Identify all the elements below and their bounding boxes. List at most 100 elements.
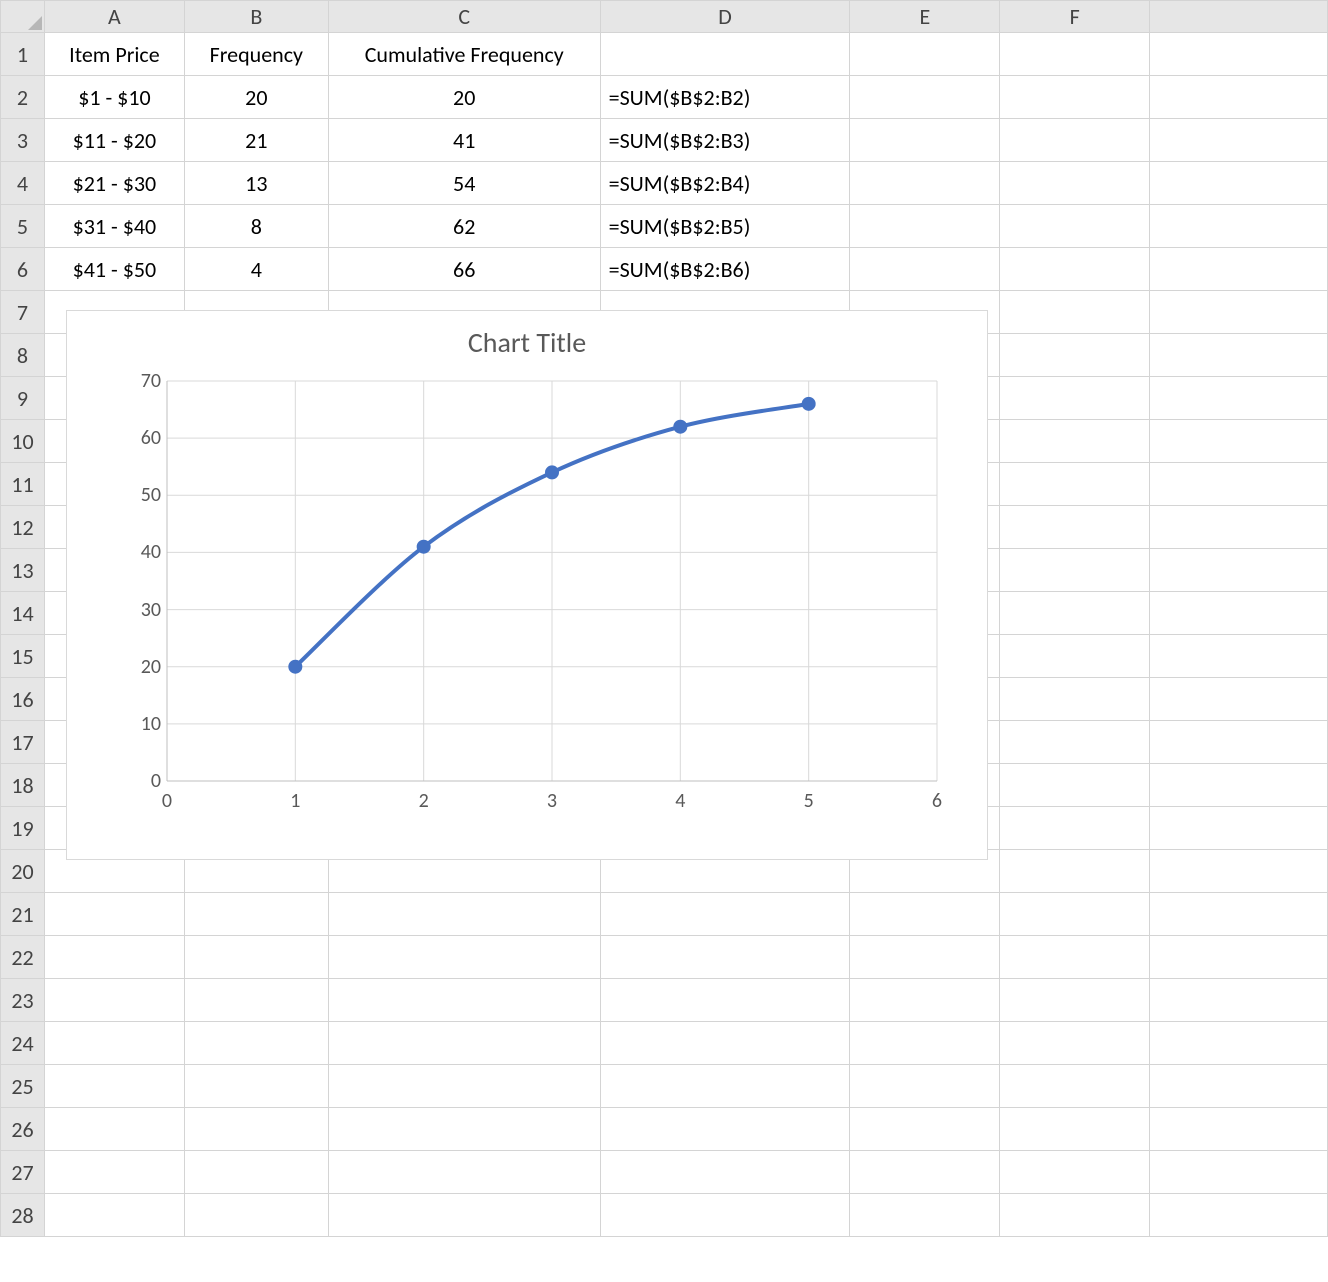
cell-B2[interactable]: 20	[184, 76, 328, 119]
cell-G24[interactable]	[1150, 1022, 1328, 1065]
cell-F13[interactable]	[1000, 549, 1150, 592]
col-header-E[interactable]: E	[850, 1, 1000, 33]
cell-G11[interactable]	[1150, 463, 1328, 506]
cell-B26[interactable]	[184, 1108, 328, 1151]
cell-B25[interactable]	[184, 1065, 328, 1108]
cell-G14[interactable]	[1150, 592, 1328, 635]
cell-F25[interactable]	[1000, 1065, 1150, 1108]
cell-A6[interactable]: $41 - $50	[44, 248, 184, 291]
cell-G23[interactable]	[1150, 979, 1328, 1022]
row-header-2[interactable]: 2	[1, 76, 45, 119]
cell-C1[interactable]: Cumulative Frequency	[328, 33, 600, 76]
cell-A22[interactable]	[44, 936, 184, 979]
cell-F17[interactable]	[1000, 721, 1150, 764]
cell-F9[interactable]	[1000, 377, 1150, 420]
col-header-A[interactable]: A	[44, 1, 184, 33]
cell-F7[interactable]	[1000, 291, 1150, 334]
cell-F28[interactable]	[1000, 1194, 1150, 1237]
cell-E2[interactable]	[850, 76, 1000, 119]
cell-G27[interactable]	[1150, 1151, 1328, 1194]
cell-C25[interactable]	[328, 1065, 600, 1108]
cell-D6[interactable]: =SUM($B$2:B6)	[600, 248, 850, 291]
cell-A21[interactable]	[44, 893, 184, 936]
cell-F12[interactable]	[1000, 506, 1150, 549]
cell-D21[interactable]	[600, 893, 850, 936]
embedded-chart[interactable]: Chart Title 010203040506070 0123456	[66, 310, 988, 860]
cell-C27[interactable]	[328, 1151, 600, 1194]
cell-C22[interactable]	[328, 936, 600, 979]
row-header-25[interactable]: 25	[1, 1065, 45, 1108]
cell-B22[interactable]	[184, 936, 328, 979]
cell-F15[interactable]	[1000, 635, 1150, 678]
cell-F8[interactable]	[1000, 334, 1150, 377]
cell-B5[interactable]: 8	[184, 205, 328, 248]
cell-G8[interactable]	[1150, 334, 1328, 377]
cell-A24[interactable]	[44, 1022, 184, 1065]
cell-E27[interactable]	[850, 1151, 1000, 1194]
cell-E23[interactable]	[850, 979, 1000, 1022]
cell-A28[interactable]	[44, 1194, 184, 1237]
row-header-23[interactable]: 23	[1, 979, 45, 1022]
cell-G7[interactable]	[1150, 291, 1328, 334]
cell-G4[interactable]	[1150, 162, 1328, 205]
cell-D25[interactable]	[600, 1065, 850, 1108]
cell-F20[interactable]	[1000, 850, 1150, 893]
cell-C28[interactable]	[328, 1194, 600, 1237]
cell-A23[interactable]	[44, 979, 184, 1022]
cell-C3[interactable]: 41	[328, 119, 600, 162]
cell-A27[interactable]	[44, 1151, 184, 1194]
row-header-17[interactable]: 17	[1, 721, 45, 764]
cell-D22[interactable]	[600, 936, 850, 979]
cell-F10[interactable]	[1000, 420, 1150, 463]
cell-B4[interactable]: 13	[184, 162, 328, 205]
cell-C5[interactable]: 62	[328, 205, 600, 248]
col-header-F[interactable]: F	[1000, 1, 1150, 33]
cell-C4[interactable]: 54	[328, 162, 600, 205]
cell-E22[interactable]	[850, 936, 1000, 979]
cell-E5[interactable]	[850, 205, 1000, 248]
row-header-14[interactable]: 14	[1, 592, 45, 635]
cell-F1[interactable]	[1000, 33, 1150, 76]
cell-E26[interactable]	[850, 1108, 1000, 1151]
cell-F14[interactable]	[1000, 592, 1150, 635]
row-header-15[interactable]: 15	[1, 635, 45, 678]
cell-A5[interactable]: $31 - $40	[44, 205, 184, 248]
row-header-22[interactable]: 22	[1, 936, 45, 979]
cell-F23[interactable]	[1000, 979, 1150, 1022]
cell-D3[interactable]: =SUM($B$2:B3)	[600, 119, 850, 162]
cell-C6[interactable]: 66	[328, 248, 600, 291]
row-header-21[interactable]: 21	[1, 893, 45, 936]
cell-B3[interactable]: 21	[184, 119, 328, 162]
row-header-20[interactable]: 20	[1, 850, 45, 893]
row-header-10[interactable]: 10	[1, 420, 45, 463]
cell-F18[interactable]	[1000, 764, 1150, 807]
cell-G9[interactable]	[1150, 377, 1328, 420]
cell-G17[interactable]	[1150, 721, 1328, 764]
cell-F6[interactable]	[1000, 248, 1150, 291]
cell-C21[interactable]	[328, 893, 600, 936]
cell-E25[interactable]	[850, 1065, 1000, 1108]
cell-B24[interactable]	[184, 1022, 328, 1065]
cell-G16[interactable]	[1150, 678, 1328, 721]
cell-G5[interactable]	[1150, 205, 1328, 248]
row-header-13[interactable]: 13	[1, 549, 45, 592]
cell-E24[interactable]	[850, 1022, 1000, 1065]
cell-B1[interactable]: Frequency	[184, 33, 328, 76]
cell-G1[interactable]	[1150, 33, 1328, 76]
cell-F3[interactable]	[1000, 119, 1150, 162]
cell-F2[interactable]	[1000, 76, 1150, 119]
cell-E1[interactable]	[850, 33, 1000, 76]
cell-G3[interactable]	[1150, 119, 1328, 162]
cell-A25[interactable]	[44, 1065, 184, 1108]
cell-G28[interactable]	[1150, 1194, 1328, 1237]
cell-B23[interactable]	[184, 979, 328, 1022]
cell-E28[interactable]	[850, 1194, 1000, 1237]
col-header-D[interactable]: D	[600, 1, 850, 33]
cell-E4[interactable]	[850, 162, 1000, 205]
cell-G10[interactable]	[1150, 420, 1328, 463]
col-header-B[interactable]: B	[184, 1, 328, 33]
row-header-11[interactable]: 11	[1, 463, 45, 506]
col-header-C[interactable]: C	[328, 1, 600, 33]
cell-D28[interactable]	[600, 1194, 850, 1237]
cell-A1[interactable]: Item Price	[44, 33, 184, 76]
